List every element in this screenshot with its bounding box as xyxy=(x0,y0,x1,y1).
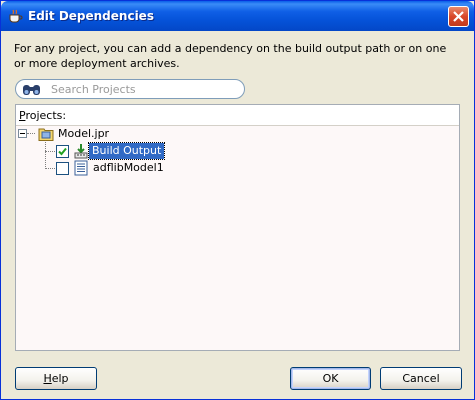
description-text: For any project, you can add a dependenc… xyxy=(14,42,447,70)
tree-node-build-output[interactable]: Build Output xyxy=(87,142,166,160)
ok-button[interactable]: OK xyxy=(290,367,371,390)
projects-panel: Projects: Model.jpr Build Output adflibM… xyxy=(15,104,460,351)
search-field[interactable]: Search Projects xyxy=(15,79,245,99)
tree-connector-child1 xyxy=(45,151,55,152)
cancel-button[interactable]: Cancel xyxy=(380,367,462,390)
title-bar[interactable]: Edit Dependencies xyxy=(1,1,474,31)
checkmark-icon xyxy=(58,147,67,156)
build-output-checkbox[interactable] xyxy=(56,145,69,158)
search-input[interactable]: Search Projects xyxy=(51,83,136,96)
close-button[interactable] xyxy=(448,6,469,27)
projects-header: Projects: xyxy=(16,105,459,126)
tree-connector-root xyxy=(27,133,35,134)
build-output-icon xyxy=(73,143,89,159)
tree-node-model-jpr[interactable]: Model.jpr xyxy=(58,127,109,140)
window-title: Edit Dependencies xyxy=(28,9,154,23)
tree-collapse-toggle[interactable] xyxy=(18,129,27,138)
projects-label: Projects: xyxy=(19,109,67,122)
project-folder-icon xyxy=(38,126,54,142)
coffee-cup-icon xyxy=(7,8,23,24)
tree-node-adflibmodel1[interactable]: adflibModel1 xyxy=(93,161,164,174)
tree-connector-vertical xyxy=(45,140,46,169)
archive-document-icon xyxy=(73,160,89,176)
adflibmodel1-checkbox[interactable] xyxy=(56,162,69,175)
help-button[interactable]: Help xyxy=(15,367,97,390)
edit-dependencies-dialog: Edit Dependencies For any project, you c… xyxy=(0,0,475,400)
binoculars-icon xyxy=(22,82,42,96)
close-icon xyxy=(453,11,464,22)
tree-connector-child2 xyxy=(45,168,55,169)
